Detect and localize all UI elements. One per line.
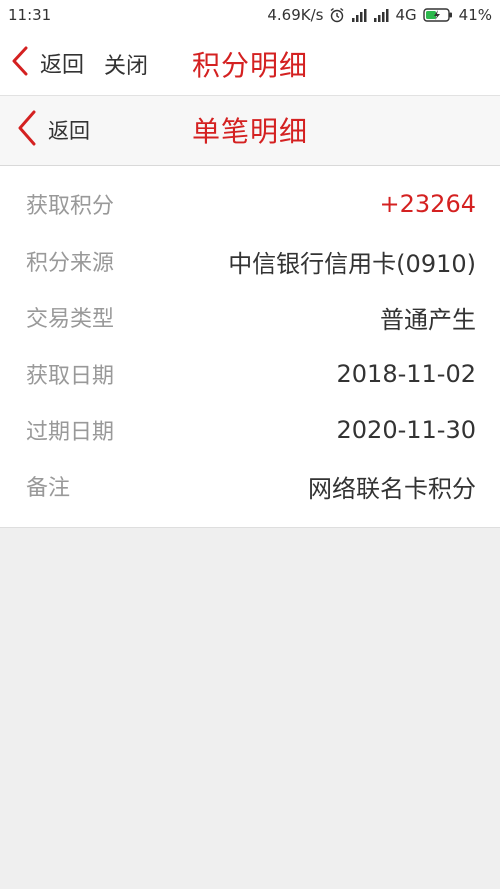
sub-page-title: 单笔明细 (192, 115, 309, 148)
chevron-left-icon (16, 110, 38, 150)
detail-label: 交易类型 (26, 307, 115, 332)
detail-row-points: 获取积分 +23264 (0, 176, 500, 232)
status-time: 11:31 (8, 6, 52, 24)
network-speed: 4.69K/s (267, 6, 324, 24)
top-navigation-bar: 返回 关闭 积分明细 (0, 30, 500, 96)
alarm-icon (329, 7, 345, 23)
battery-level: 41% (458, 6, 492, 24)
detail-label: 积分来源 (26, 251, 115, 276)
detail-value: 网络联名卡积分 (308, 474, 476, 503)
page-title: 积分明细 (192, 49, 309, 82)
detail-row-remark: 备注 网络联名卡积分 (0, 458, 500, 514)
empty-background (0, 528, 500, 889)
detail-value: 中信银行信用卡(0910) (228, 249, 476, 278)
sub-navigation-bar: 返回 单笔明细 (0, 96, 500, 166)
battery-charging-icon (422, 7, 453, 23)
detail-row-expire-date: 过期日期 2020-11-30 (0, 402, 500, 458)
detail-card: 获取积分 +23264 积分来源 中信银行信用卡(0910) 交易类型 普通产生… (0, 166, 500, 528)
detail-row-source: 积分来源 中信银行信用卡(0910) (0, 233, 500, 289)
status-bar: 11:31 4.69K/s 4G 41% (0, 0, 500, 30)
close-button[interactable]: 关闭 (104, 48, 148, 80)
top-back-button[interactable]: 返回 (10, 46, 85, 80)
sub-back-button[interactable]: 返回 (16, 110, 90, 150)
top-back-label: 返回 (40, 53, 85, 78)
signal-icon (351, 8, 367, 22)
detail-value: 2018-11-02 (336, 360, 476, 388)
signal-icon (373, 8, 389, 22)
chevron-left-icon (10, 46, 30, 80)
detail-value: 普通产生 (380, 305, 476, 334)
detail-label: 过期日期 (26, 420, 115, 445)
status-indicators: 4.69K/s 4G 41% (267, 6, 492, 24)
detail-row-obtain-date: 获取日期 2018-11-02 (0, 346, 500, 402)
detail-label: 获取积分 (26, 194, 115, 219)
sub-back-label: 返回 (48, 119, 90, 143)
points-value: +23264 (379, 190, 476, 218)
detail-value: 2020-11-30 (336, 416, 476, 444)
detail-label: 获取日期 (26, 364, 115, 389)
detail-row-type: 交易类型 普通产生 (0, 289, 500, 345)
network-type: 4G (395, 6, 417, 24)
detail-label: 备注 (26, 476, 71, 501)
